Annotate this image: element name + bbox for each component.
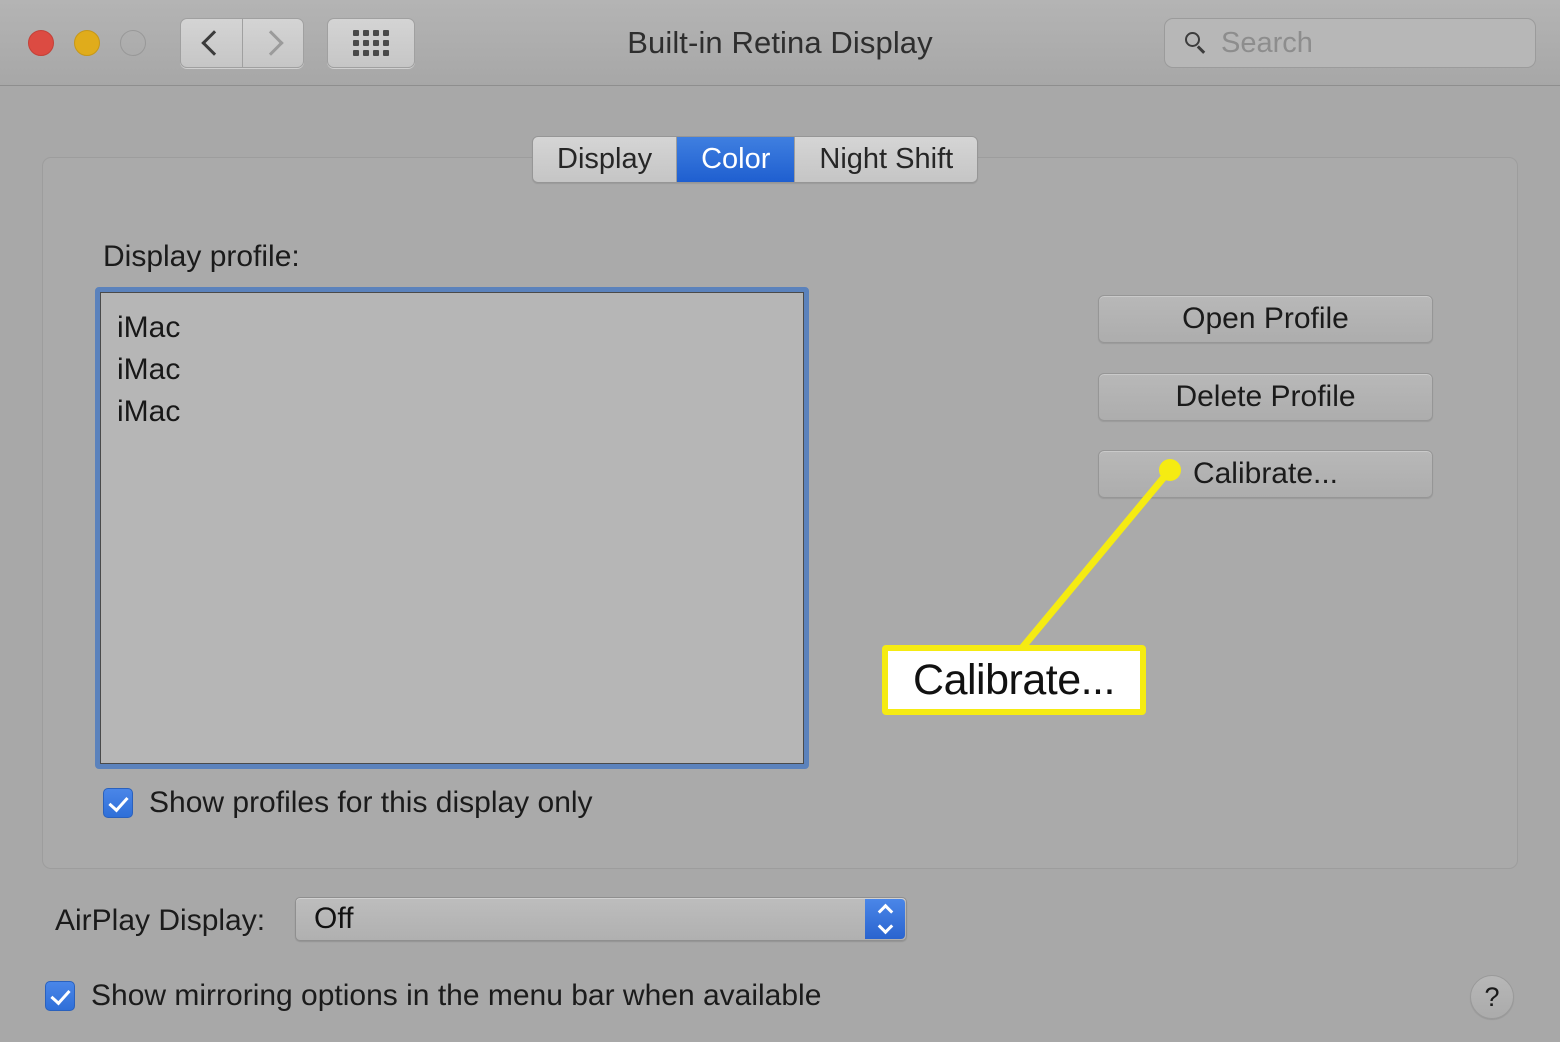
list-item[interactable]: iMac xyxy=(101,307,803,349)
delete-profile-button[interactable]: Delete Profile xyxy=(1098,373,1433,421)
preferences-window: Built-in Retina Display Search Display C… xyxy=(0,0,1560,1042)
tab-bar: Display Color Night Shift xyxy=(532,136,979,183)
chevron-up-down-icon[interactable] xyxy=(865,899,905,939)
help-button[interactable]: ? xyxy=(1470,975,1514,1019)
chevron-down-icon xyxy=(877,918,893,935)
show-mirroring-options-label: Show mirroring options in the menu bar w… xyxy=(91,979,822,1012)
tab-night-shift[interactable]: Night Shift xyxy=(795,137,978,182)
display-profile-list[interactable]: iMac iMac iMac xyxy=(95,287,809,769)
display-profile-label: Display profile: xyxy=(103,240,300,273)
calibrate-button[interactable]: Calibrate... xyxy=(1098,450,1433,498)
show-profiles-only-checkbox-row[interactable]: Show profiles for this display only xyxy=(103,786,593,820)
search-input-placeholder: Search xyxy=(1221,26,1313,59)
list-item[interactable]: iMac xyxy=(101,391,803,433)
show-mirroring-options-checkbox-row[interactable]: Show mirroring options in the menu bar w… xyxy=(45,979,821,1013)
tab-color[interactable]: Color xyxy=(677,137,796,182)
list-item[interactable]: iMac xyxy=(101,349,803,391)
search-input[interactable]: Search xyxy=(1164,18,1536,68)
airplay-display-value: Off xyxy=(314,902,354,935)
airplay-display-label: AirPlay Display: xyxy=(55,904,266,937)
annotation-callout-box: Calibrate... xyxy=(882,645,1146,715)
open-profile-button[interactable]: Open Profile xyxy=(1098,295,1433,343)
show-profiles-only-label: Show profiles for this display only xyxy=(149,786,593,819)
airplay-display-select[interactable]: Off xyxy=(295,897,907,941)
annotation-callout-text: Calibrate... xyxy=(913,655,1115,704)
search-icon xyxy=(1185,32,1207,54)
window-titlebar: Built-in Retina Display Search xyxy=(0,0,1560,86)
display-profile-list-inner: iMac iMac iMac xyxy=(100,292,804,764)
tab-display[interactable]: Display xyxy=(533,137,678,182)
chevron-up-icon xyxy=(877,903,893,920)
checkmark-icon[interactable] xyxy=(103,788,133,818)
checkmark-icon[interactable] xyxy=(45,981,75,1011)
